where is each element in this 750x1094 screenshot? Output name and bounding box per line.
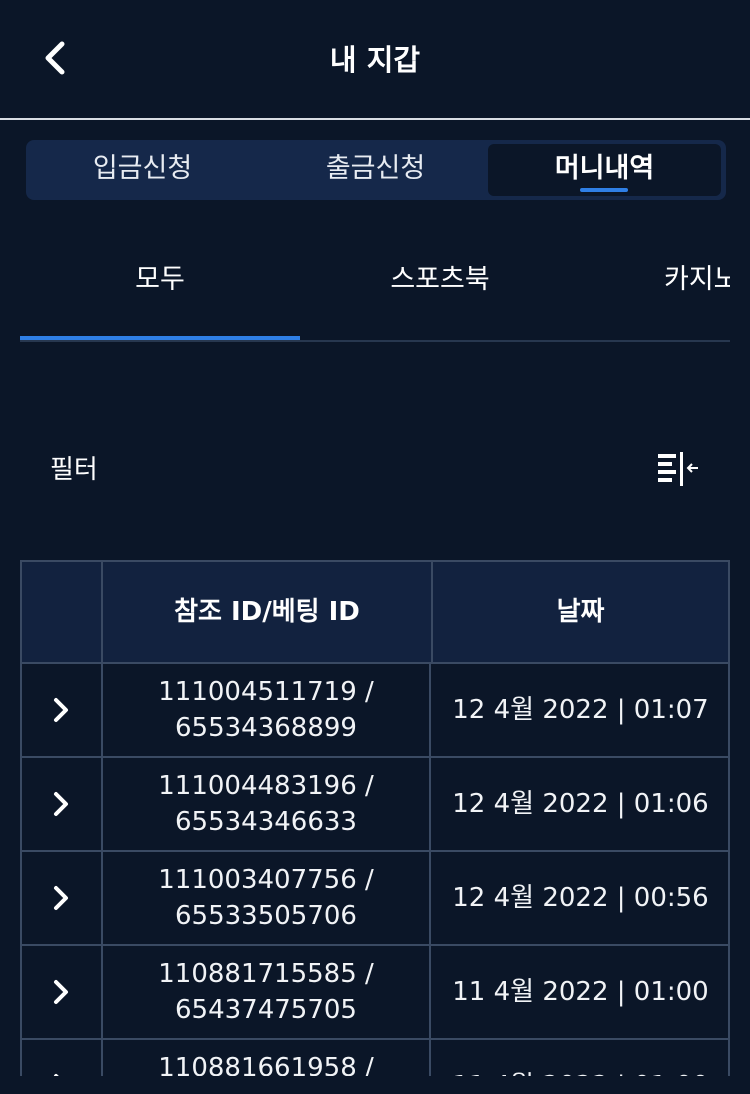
table-row: 111004483196 / 65534346633 12 4월 2022 | … [22, 758, 728, 852]
bet-id: 65534368899 [175, 713, 357, 743]
header-expand [22, 562, 103, 662]
expand-row-button[interactable] [22, 1040, 103, 1076]
expand-row-button[interactable] [22, 758, 103, 850]
expand-row-button[interactable] [22, 664, 103, 756]
bet-id: 65534346633 [175, 807, 357, 837]
bet-id: 65437475705 [175, 995, 357, 1025]
tab-casino[interactable]: 카지노 [664, 260, 730, 300]
bet-id: 65533505706 [175, 901, 357, 931]
row-date: 12 4월 2022 | 01:07 [452, 695, 709, 725]
chevron-right-icon [54, 698, 68, 722]
page-title: 내 지갑 [329, 43, 421, 77]
table-row: 110881715585 / 65437475705 11 4월 2022 | … [22, 946, 728, 1040]
expand-row-button[interactable] [22, 946, 103, 1038]
ref-id: 111004483196 / [158, 771, 374, 801]
tab-deposit[interactable]: 입금신청 [26, 140, 259, 200]
table-row: 110881661958 / 11 4월 2022 | 01:00 [22, 1040, 728, 1076]
row-date: 11 4월 2022 | 01:00 [452, 977, 709, 1007]
chevron-right-icon [54, 886, 68, 910]
expand-row-button[interactable] [22, 852, 103, 944]
ref-id: 111004511719 / [158, 677, 374, 707]
chevron-right-icon [54, 980, 68, 1004]
filter-button[interactable] [654, 450, 702, 490]
active-tab-indicator [580, 188, 628, 192]
category-tabs: 모두 스포츠북 카지노 [20, 240, 730, 342]
ref-id: 110881715585 / [158, 959, 374, 989]
row-date: 12 4월 2022 | 00:56 [452, 883, 709, 913]
tab-all[interactable]: 모두 [20, 260, 300, 300]
chevron-right-icon [54, 1074, 59, 1076]
wallet-tabs: 입금신청 출금신청 머니내역 [26, 140, 726, 200]
tab-money-history[interactable]: 머니내역 [488, 144, 721, 196]
table-header: 참조 ID/베팅 ID 날짜 [22, 562, 728, 664]
ref-id: 110881661958 / [158, 1053, 374, 1076]
table-row: 111003407756 / 65533505706 12 4월 2022 | … [22, 852, 728, 946]
ref-bet-id: 110881661958 / [103, 1040, 431, 1076]
transactions-table: 참조 ID/베팅 ID 날짜 111004511719 / 6553436889… [20, 560, 730, 1076]
tab-money-history-label: 머니내역 [554, 153, 655, 184]
ref-bet-id: 110881715585 / 65437475705 [103, 946, 431, 1038]
ref-bet-id: 111004511719 / 65534368899 [103, 664, 431, 756]
ref-bet-id: 111003407756 / 65533505706 [103, 852, 431, 944]
ref-id: 111003407756 / [158, 865, 374, 895]
filter-label: 필터 [50, 455, 98, 485]
row-date: 11 4월 2022 | 01:00 [433, 1040, 728, 1076]
ref-bet-id: 111004483196 / 65534346633 [103, 758, 431, 850]
header-ref-id: 참조 ID/베팅 ID [103, 562, 433, 662]
header: 내 지갑 [0, 0, 750, 120]
filter-align-icon [658, 452, 698, 486]
row-date: 12 4월 2022 | 01:06 [452, 789, 709, 819]
tab-sportsbook[interactable]: 스포츠북 [300, 260, 580, 300]
table-row: 111004511719 / 65534368899 12 4월 2022 | … [22, 664, 728, 758]
wallet-screen: 내 지갑 입금신청 출금신청 머니내역 모두 스포츠북 카지노 필터 참조 ID… [0, 0, 750, 1094]
table-body: 111004511719 / 65534368899 12 4월 2022 | … [22, 664, 728, 1076]
category-active-indicator [20, 336, 300, 340]
chevron-right-icon [54, 792, 68, 816]
header-date: 날짜 [556, 597, 605, 627]
tab-withdraw[interactable]: 출금신청 [259, 140, 492, 200]
